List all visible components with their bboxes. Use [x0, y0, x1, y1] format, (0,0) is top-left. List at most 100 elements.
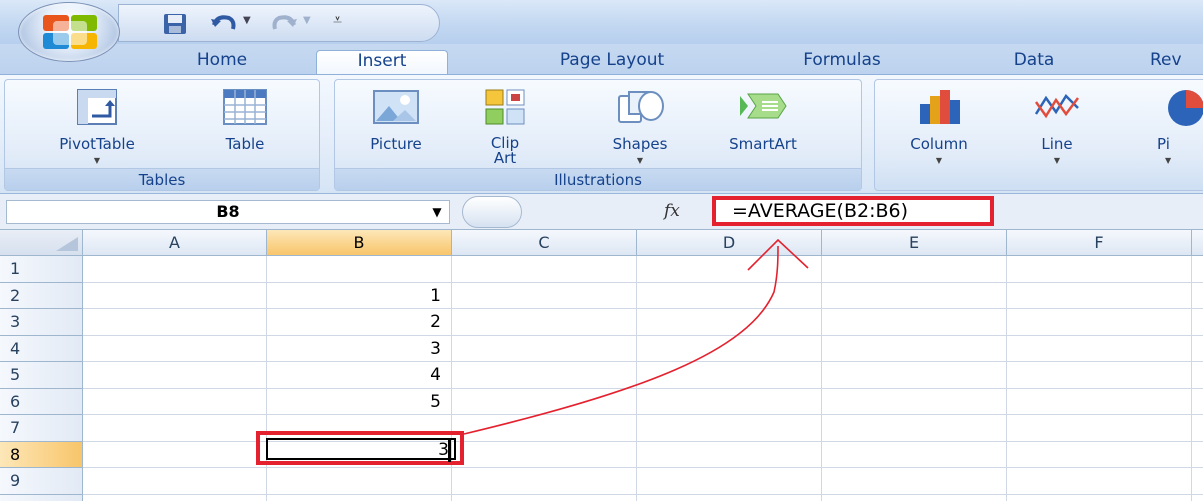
- cell-d10[interactable]: [637, 494, 822, 501]
- cell-b10[interactable]: [267, 494, 452, 501]
- cell-e5[interactable]: [822, 362, 1007, 389]
- row-header-8[interactable]: 8: [0, 441, 83, 468]
- cell-f2[interactable]: [1007, 282, 1192, 309]
- column-chart-button[interactable]: Column ▼: [879, 82, 999, 168]
- formula-bar-resize-handle[interactable]: [462, 196, 522, 228]
- row-header-5[interactable]: 5: [0, 362, 83, 389]
- cell-e1[interactable]: [822, 256, 1007, 283]
- cell-a5[interactable]: [83, 362, 267, 389]
- table-button[interactable]: Table: [193, 82, 297, 168]
- cell-e3[interactable]: [822, 309, 1007, 336]
- cell-f1[interactable]: [1007, 256, 1192, 283]
- cell-a9[interactable]: [83, 468, 267, 495]
- cell-b3[interactable]: 2: [267, 309, 452, 336]
- cell-c8[interactable]: [452, 441, 637, 468]
- tab-insert[interactable]: Insert: [316, 50, 448, 74]
- cell-f10[interactable]: [1007, 494, 1192, 501]
- cell-b1[interactable]: [267, 256, 452, 283]
- cell-f4[interactable]: [1007, 335, 1192, 362]
- row-header-7[interactable]: 7: [0, 415, 83, 442]
- cell-c7[interactable]: [452, 415, 637, 442]
- pie-chart-button[interactable]: Pi ▼: [1151, 82, 1203, 168]
- cell-a2[interactable]: [83, 282, 267, 309]
- clip-art-button[interactable]: Clip Art: [475, 82, 535, 168]
- cell-d9[interactable]: [637, 468, 822, 495]
- tab-data[interactable]: Data: [994, 50, 1074, 74]
- cell-b6[interactable]: 5: [267, 388, 452, 415]
- line-chart-button[interactable]: Line ▼: [1017, 82, 1097, 168]
- picture-button[interactable]: Picture: [343, 82, 449, 168]
- office-button[interactable]: [18, 2, 120, 62]
- cell-d8[interactable]: [637, 441, 822, 468]
- cell-g4[interactable]: [1192, 336, 1203, 362]
- cell-g9[interactable]: [1192, 468, 1203, 495]
- cell-g3[interactable]: [1192, 309, 1203, 336]
- cell-f8[interactable]: [1007, 441, 1192, 468]
- cell-b2[interactable]: 1: [267, 282, 452, 309]
- tab-formulas[interactable]: Formulas: [762, 50, 922, 74]
- cell-a4[interactable]: [83, 335, 267, 362]
- undo-icon[interactable]: [209, 13, 239, 35]
- cell-a1[interactable]: [83, 256, 267, 283]
- pivottable-button[interactable]: PivotTable ▼: [17, 82, 177, 168]
- column-header-e[interactable]: E: [822, 230, 1007, 256]
- cell-e4[interactable]: [822, 335, 1007, 362]
- row-header-3[interactable]: 3: [0, 309, 83, 336]
- fx-icon[interactable]: fx: [664, 198, 694, 224]
- cell-c10[interactable]: [452, 494, 637, 501]
- cell-d6[interactable]: [637, 388, 822, 415]
- cell-c3[interactable]: [452, 309, 637, 336]
- cell-a7[interactable]: [83, 415, 267, 442]
- tab-page-layout[interactable]: Page Layout: [512, 50, 712, 74]
- cell-e6[interactable]: [822, 388, 1007, 415]
- save-icon[interactable]: [163, 13, 187, 35]
- cell-g10[interactable]: [1192, 495, 1203, 501]
- tab-review[interactable]: Rev: [1150, 50, 1203, 74]
- cell-d5[interactable]: [637, 362, 822, 389]
- cell-b9[interactable]: [267, 468, 452, 495]
- column-header-b[interactable]: B: [267, 230, 452, 256]
- cell-a8[interactable]: [83, 441, 267, 468]
- cell-c2[interactable]: [452, 282, 637, 309]
- cell-e9[interactable]: [822, 468, 1007, 495]
- customize-qat-icon[interactable]: ⩡: [333, 10, 342, 30]
- row-header-1[interactable]: 1: [0, 256, 83, 283]
- column-header-c[interactable]: C: [452, 230, 637, 256]
- cell-g7[interactable]: [1192, 415, 1203, 442]
- cell-g8[interactable]: [1192, 442, 1203, 468]
- redo-dropdown-icon[interactable]: ▼: [303, 15, 311, 26]
- cell-c1[interactable]: [452, 256, 637, 283]
- undo-dropdown-icon[interactable]: ▼: [243, 15, 251, 26]
- cell-b4[interactable]: 3: [267, 335, 452, 362]
- name-box[interactable]: B8: [6, 200, 450, 224]
- smartart-button[interactable]: SmartArt: [699, 82, 827, 168]
- column-header-f[interactable]: F: [1007, 230, 1192, 256]
- active-cell-value[interactable]: 3: [266, 440, 449, 460]
- cell-f5[interactable]: [1007, 362, 1192, 389]
- cell-d4[interactable]: [637, 335, 822, 362]
- cell-c9[interactable]: [452, 468, 637, 495]
- row-header-10[interactable]: 10: [0, 494, 83, 501]
- cell-g6[interactable]: [1192, 389, 1203, 415]
- cell-d2[interactable]: [637, 282, 822, 309]
- row-header-6[interactable]: 6: [0, 388, 83, 415]
- cell-f6[interactable]: [1007, 388, 1192, 415]
- cell-e10[interactable]: [822, 494, 1007, 501]
- row-header-2[interactable]: 2: [0, 282, 83, 309]
- column-header-d[interactable]: D: [637, 230, 822, 256]
- cell-c6[interactable]: [452, 388, 637, 415]
- column-header-a[interactable]: A: [83, 230, 267, 256]
- cell-c4[interactable]: [452, 335, 637, 362]
- cell-b5[interactable]: 4: [267, 362, 452, 389]
- cell-e8[interactable]: [822, 441, 1007, 468]
- cell-g2[interactable]: [1192, 283, 1203, 309]
- cell-g5[interactable]: [1192, 362, 1203, 389]
- formula-input[interactable]: =AVERAGE(B2:B6): [712, 196, 994, 226]
- select-all-button[interactable]: [0, 230, 83, 256]
- cell-g1[interactable]: [1192, 256, 1203, 283]
- cell-a10[interactable]: [83, 494, 267, 501]
- cell-c5[interactable]: [452, 362, 637, 389]
- shapes-button[interactable]: Shapes ▼: [591, 82, 689, 168]
- row-header-4[interactable]: 4: [0, 335, 83, 362]
- redo-icon[interactable]: [269, 13, 299, 35]
